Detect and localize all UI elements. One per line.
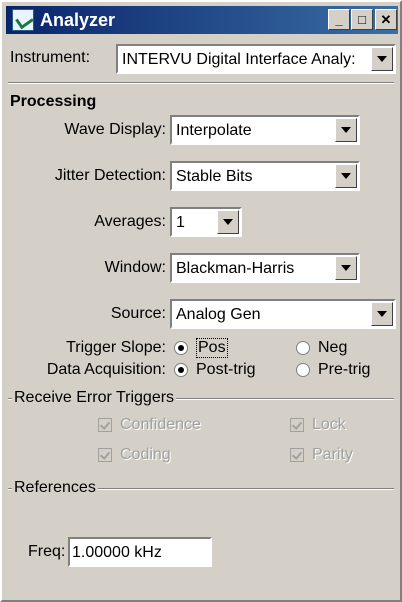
chevron-down-icon[interactable] <box>217 210 239 234</box>
parity-label: Parity <box>312 446 353 463</box>
data-acquisition-label: Data Acquisition: <box>46 361 166 378</box>
confidence-checkbox[interactable] <box>98 418 112 432</box>
chevron-down-icon[interactable] <box>371 302 393 326</box>
data-acq-post-trig-radio[interactable] <box>174 363 188 377</box>
receive-error-triggers-title: Receive Error Triggers <box>12 388 177 408</box>
trigger-slope-label: Trigger Slope: <box>66 339 166 356</box>
parity-checkbox[interactable] <box>290 448 304 462</box>
processing-heading: Processing <box>10 93 97 110</box>
lock-checkbox[interactable] <box>290 418 304 432</box>
analyzer-window: Analyzer _ □ ✕ Instrument: INTERVU Digit… <box>0 0 402 602</box>
maximize-icon[interactable]: □ <box>351 9 373 30</box>
wave-display-value: Interpolate <box>176 122 252 139</box>
analyzer-app-icon[interactable] <box>12 9 34 31</box>
source-label: Source: <box>110 305 166 322</box>
chevron-down-icon[interactable] <box>335 256 357 280</box>
trigger-slope-neg-label[interactable]: Neg <box>318 338 347 358</box>
window-title: Analyzer <box>40 10 116 30</box>
close-icon[interactable]: ✕ <box>375 9 397 30</box>
averages-label: Averages: <box>94 213 166 230</box>
title-bar[interactable]: Analyzer _ □ ✕ <box>6 6 398 34</box>
wave-display-label: Wave Display: <box>64 121 166 138</box>
wave-display-select[interactable]: Interpolate <box>170 115 360 145</box>
freq-label: Freq: <box>28 543 66 560</box>
instrument-divider <box>8 82 394 84</box>
window-label: Window: <box>104 259 166 276</box>
averages-select[interactable]: 1 <box>170 207 242 237</box>
jitter-detection-select[interactable]: Stable Bits <box>170 161 360 191</box>
instrument-select[interactable]: INTERVU Digital Interface Analy: <box>116 44 396 74</box>
instrument-label: Instrument: <box>10 49 91 66</box>
window-select[interactable]: Blackman-Harris <box>170 253 360 283</box>
chevron-down-icon[interactable] <box>335 118 357 142</box>
freq-input[interactable]: 1.00000 kHz <box>68 537 212 567</box>
chevron-down-icon[interactable] <box>335 164 357 188</box>
trigger-slope-neg-radio[interactable] <box>296 341 310 355</box>
coding-checkbox[interactable] <box>98 448 112 462</box>
instrument-value: INTERVU Digital Interface Analy: <box>122 51 356 68</box>
confidence-label: Confidence <box>120 416 201 433</box>
jitter-detection-value: Stable Bits <box>176 168 253 185</box>
trigger-slope-pos-label[interactable]: Pos <box>196 338 228 358</box>
data-acq-pre-trig-label[interactable]: Pre-trig <box>318 360 370 380</box>
source-select[interactable]: Analog Gen <box>170 299 396 329</box>
window-value: Blackman-Harris <box>176 260 295 277</box>
coding-label: Coding <box>120 446 171 463</box>
minimize-icon[interactable]: _ <box>328 9 350 30</box>
data-acq-pre-trig-radio[interactable] <box>296 363 310 377</box>
averages-value: 1 <box>176 214 185 231</box>
references-title: References <box>12 478 98 498</box>
chevron-down-icon[interactable] <box>371 47 393 71</box>
data-acq-post-trig-label[interactable]: Post-trig <box>196 360 256 380</box>
jitter-detection-label: Jitter Detection: <box>54 167 166 184</box>
lock-label: Lock <box>312 416 346 433</box>
source-value: Analog Gen <box>176 306 261 323</box>
freq-value[interactable]: 1.00000 kHz <box>72 542 162 564</box>
trigger-slope-pos-radio[interactable] <box>174 341 188 355</box>
